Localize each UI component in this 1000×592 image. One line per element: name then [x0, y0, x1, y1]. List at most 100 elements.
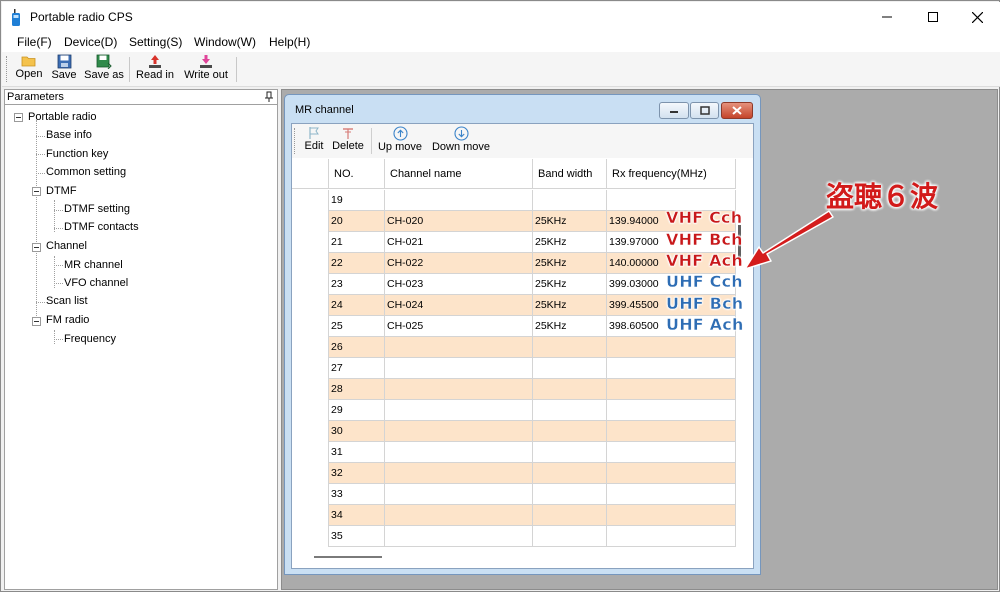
tree-collapse-icon[interactable]	[32, 243, 41, 252]
cell-rx-frequency[interactable]	[607, 400, 736, 421]
cell-band-width[interactable]	[533, 379, 607, 400]
mr-minimize-button[interactable]	[659, 102, 689, 119]
row-header[interactable]	[292, 505, 329, 526]
tree-collapse-icon[interactable]	[14, 113, 23, 122]
table-row[interactable]: 33	[292, 484, 736, 505]
cell-band-width[interactable]: 25KHz	[533, 253, 607, 274]
cell-rx-frequency[interactable]	[607, 505, 736, 526]
cell-band-width[interactable]	[533, 190, 607, 211]
down-move-button[interactable]: Down move	[430, 126, 492, 153]
cell-channel-name[interactable]	[385, 379, 533, 400]
menu-window[interactable]: Window(W)	[194, 35, 256, 49]
cell-channel-name[interactable]	[385, 421, 533, 442]
row-header[interactable]	[292, 253, 329, 274]
tree-item-dtmf[interactable]: DTMF	[46, 185, 77, 197]
read-in-button[interactable]: Read in	[136, 54, 174, 85]
cell-band-width[interactable]	[533, 526, 607, 547]
row-header[interactable]	[292, 484, 329, 505]
column-header-no[interactable]: NO.	[329, 159, 385, 189]
up-move-button[interactable]: Up move	[376, 126, 424, 153]
cell-band-width[interactable]	[533, 400, 607, 421]
tree-item-portable-radio[interactable]: Portable radio	[28, 111, 97, 123]
cell-band-width[interactable]	[533, 505, 607, 526]
table-row[interactable]: 29	[292, 400, 736, 421]
cell-no[interactable]: 27	[329, 358, 385, 379]
column-header-channel-name[interactable]: Channel name	[385, 159, 533, 189]
menu-device[interactable]: Device(D)	[64, 35, 117, 49]
cell-no[interactable]: 35	[329, 526, 385, 547]
table-row[interactable]: 34	[292, 505, 736, 526]
maximize-button[interactable]	[910, 2, 956, 32]
tree-item-base-info[interactable]: Base info	[46, 129, 92, 141]
row-header[interactable]	[292, 400, 329, 421]
cell-band-width[interactable]	[533, 484, 607, 505]
cell-band-width[interactable]	[533, 337, 607, 358]
close-button[interactable]	[954, 2, 1000, 32]
cell-channel-name[interactable]: CH-025	[385, 316, 533, 337]
tree-item-scan-list[interactable]: Scan list	[46, 295, 88, 307]
cell-band-width[interactable]	[533, 421, 607, 442]
row-header[interactable]	[292, 463, 329, 484]
cell-no[interactable]: 20	[329, 211, 385, 232]
cell-channel-name[interactable]	[385, 526, 533, 547]
tree-item-dtmf-contacts[interactable]: DTMF contacts	[64, 221, 139, 233]
cell-channel-name[interactable]	[385, 190, 533, 211]
cell-band-width[interactable]: 25KHz	[533, 211, 607, 232]
save-as-button[interactable]: Save as	[84, 54, 124, 85]
row-header[interactable]	[292, 337, 329, 358]
cell-channel-name[interactable]	[385, 337, 533, 358]
cell-channel-name[interactable]: CH-020	[385, 211, 533, 232]
tree-collapse-icon[interactable]	[32, 317, 41, 326]
save-button[interactable]: Save	[51, 54, 77, 85]
table-row[interactable]: 26	[292, 337, 736, 358]
menu-help[interactable]: Help(H)	[269, 35, 310, 49]
tree-item-frequency[interactable]: Frequency	[64, 333, 116, 345]
cell-no[interactable]: 31	[329, 442, 385, 463]
cell-no[interactable]: 30	[329, 421, 385, 442]
row-header[interactable]	[292, 316, 329, 337]
cell-channel-name[interactable]	[385, 400, 533, 421]
minimize-button[interactable]	[864, 2, 910, 32]
column-header-rx-frequency[interactable]: Rx frequency(MHz)	[607, 159, 736, 189]
tree-item-dtmf-setting[interactable]: DTMF setting	[64, 203, 130, 215]
tree-item-function-key[interactable]: Function key	[46, 148, 108, 160]
cell-no[interactable]: 23	[329, 274, 385, 295]
cell-no[interactable]: 29	[329, 400, 385, 421]
cell-no[interactable]: 28	[329, 379, 385, 400]
cell-channel-name[interactable]	[385, 442, 533, 463]
toolbar-grip[interactable]	[294, 128, 296, 154]
cell-rx-frequency[interactable]	[607, 421, 736, 442]
tree-item-mr-channel[interactable]: MR channel	[64, 259, 123, 271]
cell-rx-frequency[interactable]	[607, 337, 736, 358]
cell-no[interactable]: 34	[329, 505, 385, 526]
cell-no[interactable]: 32	[329, 463, 385, 484]
horizontal-scrollbar-thumb[interactable]	[314, 556, 382, 558]
cell-no[interactable]: 26	[329, 337, 385, 358]
cell-channel-name[interactable]: CH-023	[385, 274, 533, 295]
tree-item-common-setting[interactable]: Common setting	[46, 166, 126, 178]
menu-file[interactable]: File(F)	[17, 35, 52, 49]
toolbar-grip[interactable]	[6, 56, 8, 82]
cell-rx-frequency[interactable]	[607, 442, 736, 463]
cell-no[interactable]: 19	[329, 190, 385, 211]
open-button[interactable]: Open	[14, 54, 44, 85]
row-header[interactable]	[292, 442, 329, 463]
row-header[interactable]	[292, 421, 329, 442]
table-row[interactable]: 35	[292, 526, 736, 547]
mr-restore-button[interactable]	[690, 102, 719, 119]
cell-channel-name[interactable]: CH-022	[385, 253, 533, 274]
tree-item-fm-radio[interactable]: FM radio	[46, 314, 89, 326]
menu-setting[interactable]: Setting(S)	[129, 35, 182, 49]
cell-rx-frequency[interactable]	[607, 463, 736, 484]
row-header[interactable]	[292, 295, 329, 316]
cell-rx-frequency[interactable]	[607, 484, 736, 505]
table-row[interactable]: 30	[292, 421, 736, 442]
cell-band-width[interactable]: 25KHz	[533, 274, 607, 295]
cell-rx-frequency[interactable]	[607, 526, 736, 547]
table-row[interactable]: 32	[292, 463, 736, 484]
table-row[interactable]: 27	[292, 358, 736, 379]
cell-channel-name[interactable]	[385, 463, 533, 484]
row-header[interactable]	[292, 211, 329, 232]
cell-band-width[interactable]	[533, 358, 607, 379]
cell-channel-name[interactable]	[385, 505, 533, 526]
